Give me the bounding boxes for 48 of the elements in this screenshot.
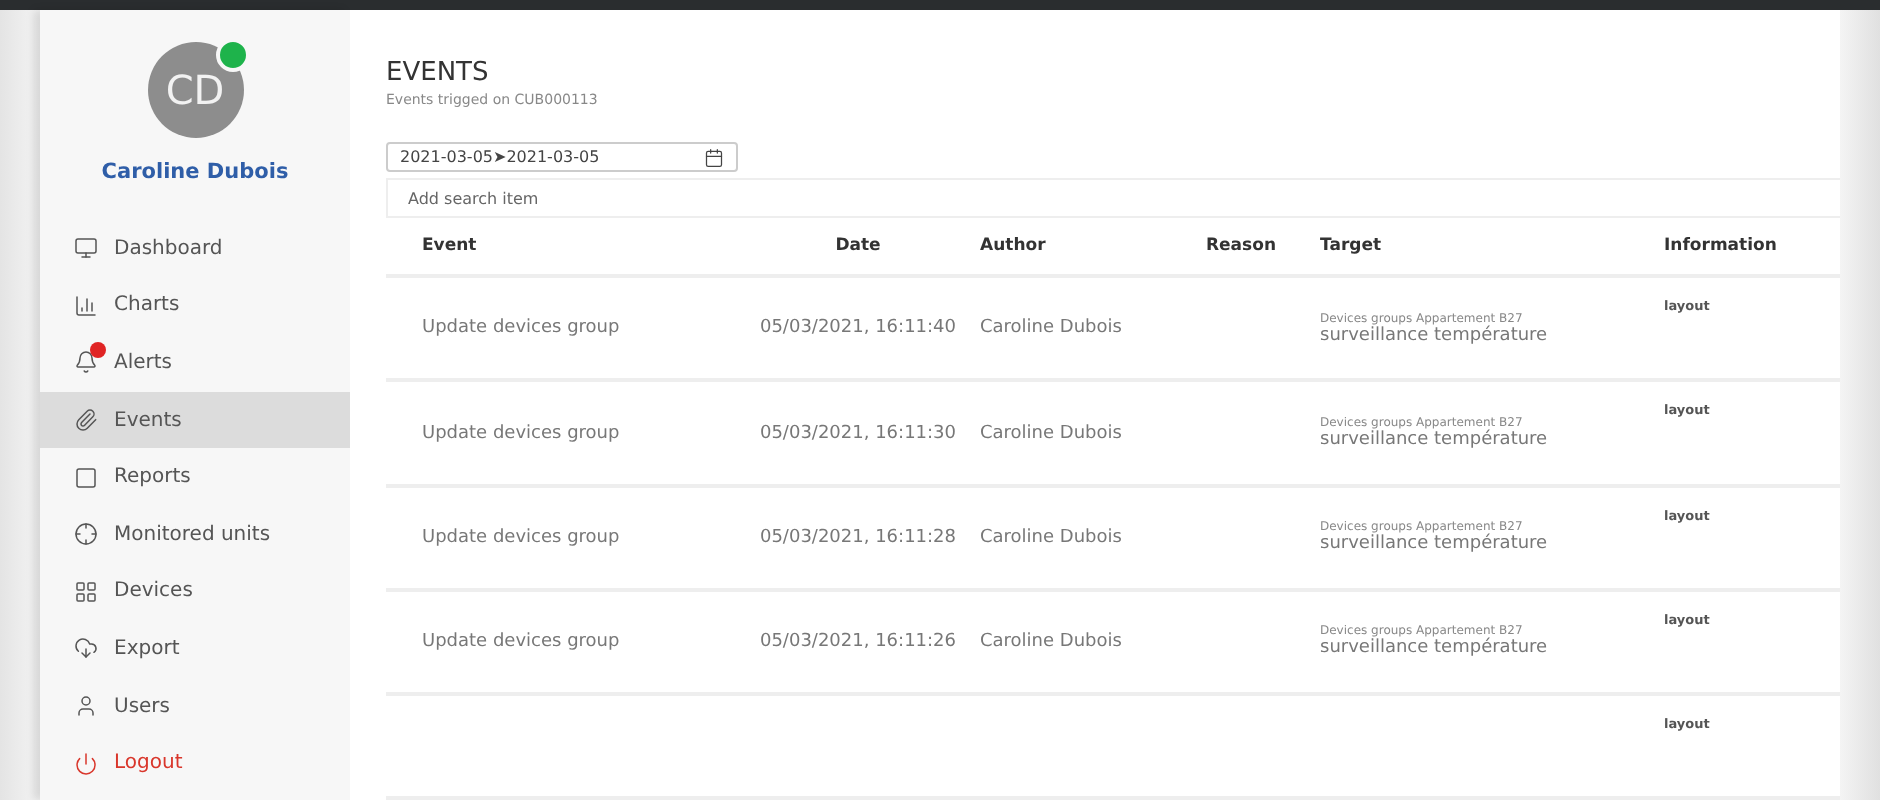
table-cell: Caroline Dubois [980, 318, 1122, 339]
sidebar-item[interactable]: Users [40, 677, 350, 735]
monitor-icon [74, 236, 98, 261]
page-title: EVENTS [386, 58, 491, 88]
date-range-field[interactable]: 2021-03-05➤2021-03-05 [386, 142, 738, 173]
column-header[interactable]: Reason [1206, 236, 1276, 257]
target-name: surveillance température [1320, 325, 1550, 346]
table-cell: Caroline Dubois [980, 527, 1122, 548]
page-icon [74, 465, 98, 490]
paperclip-icon [74, 408, 98, 433]
user-icon [74, 694, 98, 719]
sidebar-item[interactable]: Export [40, 620, 350, 678]
sidebar-item[interactable]: Monitored units [40, 505, 350, 564]
crosshair-icon [74, 522, 98, 547]
power-icon [74, 751, 98, 776]
column-header[interactable]: Date [835, 236, 881, 257]
table-cell: 05/03/2021, 16:11:40 [759, 318, 956, 339]
column-header[interactable]: Information [1664, 236, 1777, 257]
target-name: surveillance température [1320, 638, 1550, 659]
sidebar-item[interactable]: Alerts [40, 334, 350, 392]
table-cell: Caroline Dubois [980, 631, 1122, 652]
table-cell: Caroline Dubois [980, 423, 1122, 444]
calendar-icon [704, 147, 724, 168]
avatar: CD [147, 42, 243, 138]
target-name: surveillance température [1320, 534, 1550, 555]
target-name: surveillance température [1320, 430, 1550, 451]
bar-chart-icon [74, 293, 98, 318]
table-cell: Update devices group [422, 527, 620, 548]
sidebar-item[interactable]: Events [40, 391, 350, 449]
grid-icon [74, 579, 98, 604]
search-field[interactable]: Add search item [386, 178, 1840, 219]
table-cell: Update devices group [422, 318, 620, 339]
sidebar-item[interactable]: Reports [40, 448, 350, 506]
sidebar-item[interactable]: Dashboard [40, 220, 350, 278]
table-cell: 05/03/2021, 16:11:30 [759, 423, 956, 444]
column-header[interactable]: Target [1320, 236, 1382, 257]
table-cell: Update devices group [422, 423, 620, 444]
bell-icon [74, 350, 98, 375]
sidebar-item[interactable]: Logout [40, 734, 350, 792]
sidebar-item[interactable]: Devices [40, 563, 350, 621]
sidebar-item[interactable]: Charts [40, 277, 350, 335]
table-cell: 05/03/2021, 16:11:28 [759, 527, 956, 548]
table-cell: 05/03/2021, 16:11:26 [759, 631, 956, 652]
user-name: Caroline Dubois [101, 160, 289, 184]
column-header[interactable]: Event [422, 236, 477, 257]
cloud-download-icon [74, 636, 98, 661]
table-cell: Update devices group [422, 631, 620, 652]
column-header[interactable]: Author [980, 236, 1046, 257]
